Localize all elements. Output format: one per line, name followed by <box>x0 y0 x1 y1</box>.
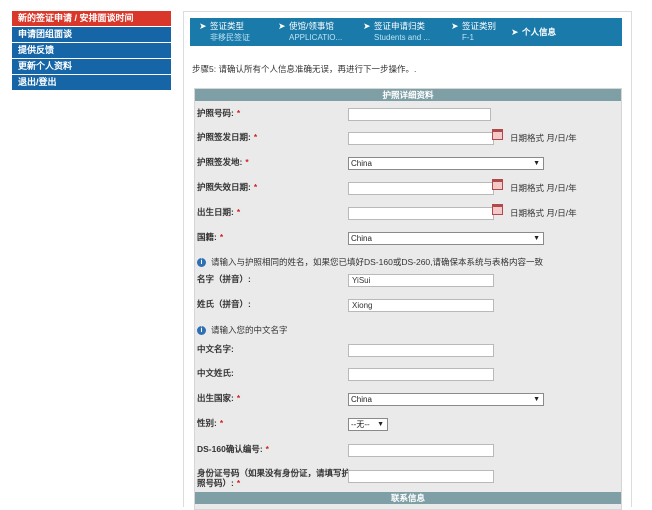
sidebar-item-feedback[interactable]: 提供反馈 <box>12 43 171 58</box>
expiry-date-input[interactable] <box>348 182 494 195</box>
birth-country-label: 出生国家: * <box>197 393 241 403</box>
chevron-down-icon: ▼ <box>533 235 540 242</box>
step-embassy: ➤ 使馆/领事馆 APPLICATIO... <box>278 21 343 43</box>
issue-date-row: 护照签发日期: * 日期格式 月/日/年 <box>195 129 621 152</box>
given-name-input[interactable] <box>348 274 494 287</box>
pinyin-name-note: i 请输入与护照相同的姓名，如果您已填好DS-160或DS-260,请确保本系统与… <box>197 256 543 268</box>
step-title: 个人信息 <box>522 27 557 37</box>
birth-country-row: 出生国家: * China ▼ <box>195 391 621 413</box>
chinese-surname-input[interactable] <box>348 368 494 381</box>
gender-row: 性别: * --无-- ▼ <box>195 416 621 438</box>
step-title: 签证类别 <box>462 21 497 31</box>
info-icon: i <box>197 258 206 268</box>
chevron-down-icon: ▼ <box>377 421 384 428</box>
step-subtitle: APPLICATIO... <box>289 33 343 42</box>
gender-label: 性别: * <box>197 418 224 428</box>
calendar-icon[interactable] <box>492 129 503 140</box>
date-format-hint: 日期格式 月/日/年 <box>510 208 577 218</box>
surname-input[interactable] <box>348 299 494 312</box>
date-format-hint: 日期格式 月/日/年 <box>510 183 577 193</box>
id-number-row: 身份证号码（如果没有身份证，请填写护 照号码）: * <box>195 466 621 494</box>
step-title: 签证类型 <box>210 21 245 31</box>
calendar-icon[interactable] <box>492 204 503 215</box>
passport-number-input[interactable] <box>348 108 491 121</box>
ds160-input[interactable] <box>348 444 494 457</box>
step-personal-info: ➤ 个人信息 <box>511 27 557 38</box>
chinese-surname-row: 中文姓氏: <box>195 366 621 388</box>
contact-section-header: 联系信息 <box>195 492 621 504</box>
progress-steps: ➤ 签证类型 非移民签证 ➤ 使馆/领事馆 APPLICATIO... ➤ 签证… <box>190 18 622 46</box>
step-arrow-icon: ➤ <box>278 21 286 31</box>
main-panel: ➤ 签证类型 非移民签证 ➤ 使馆/领事馆 APPLICATIO... ➤ 签证… <box>183 11 632 510</box>
id-number-input[interactable] <box>348 470 494 483</box>
passport-section-header: 护照详细资料 <box>195 89 621 101</box>
expiry-date-row: 护照失效日期: * 日期格式 月/日/年 <box>195 179 621 202</box>
sidebar-item-update-profile[interactable]: 更新个人资料 <box>12 59 171 74</box>
step-arrow-icon: ➤ <box>511 27 519 37</box>
step-title: 使馆/领事馆 <box>289 21 334 31</box>
passport-number-row: 护照号码: * <box>195 106 621 128</box>
step-subtitle: Students and ... <box>374 33 431 42</box>
issue-place-row: 护照签发地: * China ▼ <box>195 155 621 177</box>
step-arrow-icon: ➤ <box>363 21 371 31</box>
chinese-name-note: i 请输入您的中文名字 <box>197 324 288 336</box>
sidebar-item-logout[interactable]: 退出/登出 <box>12 75 171 90</box>
nationality-label: 国籍: * <box>197 232 224 242</box>
step-visa-type: ➤ 签证类型 非移民签证 <box>199 21 250 43</box>
issue-place-select[interactable]: China ▼ <box>348 157 544 170</box>
step-arrow-icon: ➤ <box>199 21 207 31</box>
birth-country-select[interactable]: China ▼ <box>348 393 544 406</box>
step-instruction: 步骤5: 请确认所有个人信息准确无误，再进行下一步操作。. <box>192 64 417 74</box>
step-title: 签证申请归类 <box>374 21 426 31</box>
info-icon: i <box>197 326 206 336</box>
passport-form: 护照详细资料 护照号码: * 护照签发日期: * 日期格式 月/日/年 护照签发地:… <box>194 88 622 510</box>
chinese-surname-label: 中文姓氏: <box>197 368 234 378</box>
issue-date-label: 护照签发日期: * <box>197 132 258 142</box>
date-format-hint: 日期格式 月/日/年 <box>510 133 577 143</box>
chevron-down-icon: ▼ <box>533 396 540 403</box>
chinese-given-name-input[interactable] <box>348 344 494 357</box>
issue-date-input[interactable] <box>348 132 494 145</box>
calendar-icon[interactable] <box>492 179 503 190</box>
given-name-label: 名字（拼音）: <box>197 274 251 284</box>
issue-place-label: 护照签发地: * <box>197 157 249 167</box>
chinese-given-name-label: 中文名字: <box>197 344 234 354</box>
ds160-label: DS-160确认编号: * <box>197 444 269 454</box>
sidebar-item-new-visa-application[interactable]: 新的签证申请 / 安排面谈时间 <box>12 11 171 26</box>
step-visa-class: ➤ 签证类别 F-1 <box>451 21 497 43</box>
step-subtitle: F-1 <box>462 33 474 42</box>
step-arrow-icon: ➤ <box>451 21 459 31</box>
sidebar: 新的签证申请 / 安排面谈时间 申请团组面谈 提供反馈 更新个人资料 退出/登出 <box>12 11 171 91</box>
passport-number-label: 护照号码: * <box>197 108 241 118</box>
chinese-given-name-row: 中文名字: <box>195 342 621 364</box>
step-application-category: ➤ 签证申请归类 Students and ... <box>363 21 431 43</box>
sidebar-item-group-interview[interactable]: 申请团组面谈 <box>12 27 171 42</box>
birth-date-input[interactable] <box>348 207 494 220</box>
nationality-select[interactable]: China ▼ <box>348 232 544 245</box>
id-number-label: 身份证号码（如果没有身份证，请填写护 照号码）: * <box>197 468 351 488</box>
birth-date-row: 出生日期: * 日期格式 月/日/年 <box>195 204 621 227</box>
surname-row: 姓氏（拼音）: <box>195 297 621 319</box>
birth-date-label: 出生日期: * <box>197 207 241 217</box>
surname-label: 姓氏（拼音）: <box>197 299 251 309</box>
nationality-row: 国籍: * China ▼ <box>195 230 621 252</box>
chevron-down-icon: ▼ <box>533 160 540 167</box>
ds160-row: DS-160确认编号: * <box>195 442 621 464</box>
given-name-row: 名字（拼音）: <box>195 272 621 294</box>
step-subtitle: 非移民签证 <box>210 33 250 42</box>
expiry-date-label: 护照失效日期: * <box>197 182 258 192</box>
gender-select[interactable]: --无-- ▼ <box>348 418 388 431</box>
